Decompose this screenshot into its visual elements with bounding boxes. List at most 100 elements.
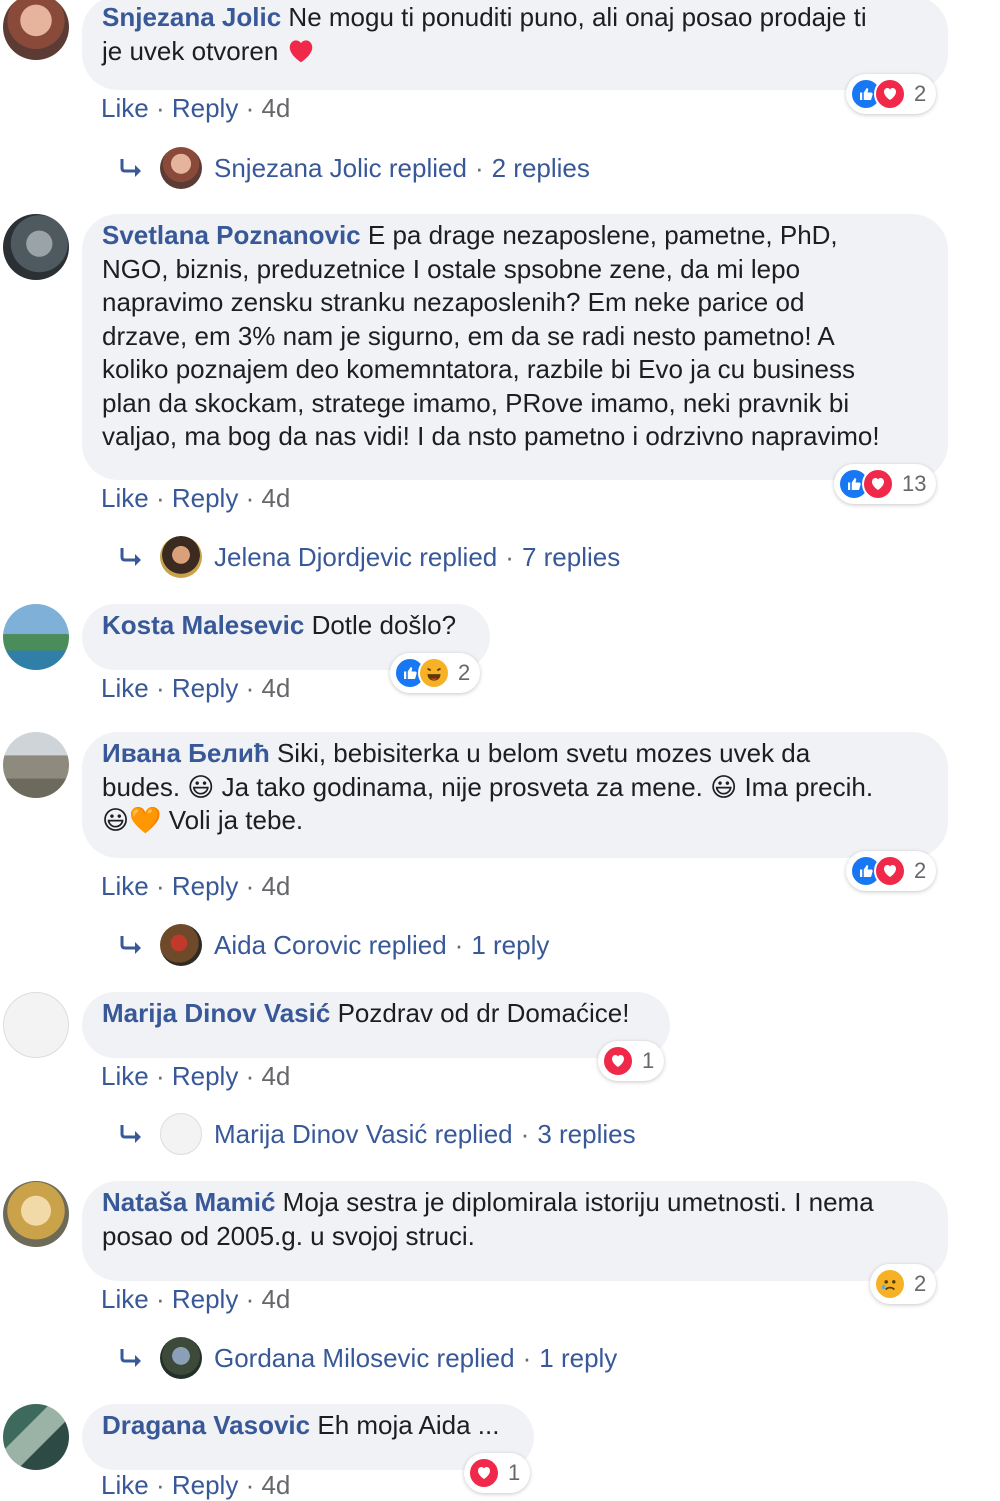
view-replies-link[interactable]: Gordana Milosevic replied · 1 reply: [118, 1334, 617, 1382]
comment-timestamp[interactable]: 4d: [261, 673, 290, 703]
avatar[interactable]: [3, 0, 69, 60]
like-button[interactable]: Like: [101, 1284, 149, 1314]
reply-count[interactable]: 7 replies: [522, 542, 620, 573]
reply-button[interactable]: Reply: [172, 483, 238, 513]
replier-avatar: [160, 1113, 202, 1155]
comment-timestamp[interactable]: 4d: [261, 93, 290, 123]
separator: ·: [245, 1284, 255, 1314]
reply-button[interactable]: Reply: [172, 1284, 238, 1314]
reaction-summary[interactable]: 1: [598, 1041, 665, 1081]
view-replies-link[interactable]: Snjezana Jolic replied · 2 replies: [118, 144, 590, 192]
comment-bubble: Ивана Белић Siki, bebisiterka u belom sv…: [82, 732, 948, 858]
comment-text: E pa drage nezaposlene, pametne, PhD,: [367, 220, 838, 250]
comment-text: Pozdrav od dr Domaćice!: [337, 998, 630, 1028]
reply-count[interactable]: 2 replies: [492, 153, 590, 184]
comment-actions: Like · Reply · 4d: [101, 483, 290, 514]
separator: ·: [454, 929, 464, 960]
replier-name[interactable]: Marija Dinov Vasić replied: [214, 1119, 513, 1150]
comment-text: drzave, em 3% nam je sigurno, em da se r…: [102, 320, 835, 351]
reply-arrow-icon: [118, 156, 146, 180]
replier-name[interactable]: Jelena Djordjevic replied: [214, 542, 497, 573]
view-replies-link[interactable]: Marija Dinov Vasić replied · 3 replies: [118, 1110, 636, 1158]
comment-actions: Like · Reply · 4d: [101, 871, 290, 902]
separator: ·: [245, 871, 255, 901]
comment-timestamp[interactable]: 4d: [261, 1061, 290, 1091]
love-reaction-icon: [602, 1045, 634, 1077]
view-replies-link[interactable]: Aida Corovic replied · 1 reply: [118, 921, 549, 969]
reaction-summary[interactable]: 2: [846, 74, 937, 114]
reaction-count: 2: [458, 660, 471, 685]
comment-bubble: Dragana Vasovic Eh moja Aida ...: [82, 1404, 534, 1470]
comment-text: 😃🧡 Voli ja tebe.: [102, 805, 304, 835]
replier-name[interactable]: Aida Corovic replied: [214, 930, 447, 961]
avatar[interactable]: [3, 604, 69, 670]
reaction-summary[interactable]: 2: [846, 851, 937, 891]
reply-button[interactable]: Reply: [172, 871, 238, 901]
reaction-count: 2: [914, 81, 927, 106]
love-reaction-icon: [862, 468, 894, 500]
reply-button[interactable]: Reply: [172, 1061, 238, 1091]
comment-text: budes. 😃 Ja tako godinama, nije prosveta…: [102, 771, 874, 802]
replier-name[interactable]: Snjezana Jolic replied: [214, 153, 467, 184]
separator: ·: [155, 673, 165, 703]
separator: ·: [522, 1342, 532, 1373]
view-replies-link[interactable]: Jelena Djordjevic replied · 7 replies: [118, 533, 620, 581]
reply-count[interactable]: 1 reply: [471, 930, 549, 961]
separator: ·: [245, 93, 255, 123]
like-button[interactable]: Like: [101, 1061, 149, 1091]
replier-name[interactable]: Gordana Milosevic replied: [214, 1343, 515, 1374]
comment-actions: Like · Reply · 4d: [101, 93, 290, 124]
comment-bubble: Snjezana Jolic Ne mogu ti ponuditi puno,…: [82, 0, 948, 90]
comment-text: NGO, biznis, preduzetnice I ostale spsob…: [102, 253, 801, 284]
separator: ·: [474, 152, 484, 183]
reaction-count: 2: [914, 858, 927, 883]
comment-actions: Like · Reply · 4d: [101, 1061, 290, 1092]
red-heart-icon: [289, 39, 312, 62]
reply-arrow-icon: [118, 1346, 146, 1370]
separator: ·: [505, 541, 514, 572]
reaction-summary[interactable]: 2: [870, 1264, 937, 1304]
avatar[interactable]: [3, 1404, 69, 1470]
comment-author[interactable]: Svetlana Poznanovic: [102, 220, 361, 250]
reaction-count: 2: [914, 1271, 927, 1296]
reaction-summary[interactable]: 13: [834, 464, 937, 504]
avatar[interactable]: [3, 732, 69, 798]
sad-reaction-icon: [874, 1268, 906, 1300]
avatar[interactable]: [3, 992, 69, 1058]
separator: ·: [245, 1061, 255, 1091]
reaction-summary[interactable]: 2: [390, 653, 481, 693]
reaction-count: 1: [642, 1048, 655, 1073]
replier-avatar: [160, 147, 202, 189]
comment-text: plan da skockam, stratege imamo, PRove i…: [102, 387, 850, 418]
comment-actions: Like · Reply · 4d: [101, 1470, 290, 1501]
comment-actions: Like · Reply · 4d: [101, 673, 290, 704]
avatar[interactable]: [3, 1181, 69, 1247]
like-button[interactable]: Like: [101, 871, 149, 901]
comment-timestamp[interactable]: 4d: [261, 871, 290, 901]
reply-button[interactable]: Reply: [172, 673, 238, 703]
reply-count[interactable]: 1 reply: [539, 1343, 617, 1374]
reply-count[interactable]: 3 replies: [537, 1119, 635, 1150]
avatar[interactable]: [3, 214, 69, 280]
separator: ·: [155, 1061, 165, 1091]
comment-text: Ne mogu ti ponuditi puno, ali onaj posao…: [288, 2, 867, 32]
comment-text: koliko poznajem deo komemntatora, razbil…: [102, 354, 855, 384]
love-reaction-icon: [874, 855, 906, 887]
reply-button[interactable]: Reply: [172, 93, 238, 123]
comment-author[interactable]: Nataša Mamić: [102, 1187, 275, 1217]
comment-author[interactable]: Snjezana Jolic: [102, 2, 281, 32]
separator: ·: [245, 483, 255, 513]
comment-author[interactable]: Dragana Vasovic: [102, 1410, 310, 1440]
replier-avatar: [160, 1337, 202, 1379]
comment-author[interactable]: Marija Dinov Vasić: [102, 998, 330, 1028]
comment-timestamp[interactable]: 4d: [261, 1284, 290, 1314]
like-button[interactable]: Like: [101, 673, 149, 703]
like-button[interactable]: Like: [101, 483, 149, 513]
comment-timestamp[interactable]: 4d: [261, 483, 290, 513]
comment-author[interactable]: Kosta Malesevic: [102, 610, 304, 640]
comment-text: posao od 2005.g. u svojoj struci.: [102, 1220, 475, 1251]
love-reaction-icon: [468, 1457, 500, 1489]
like-button[interactable]: Like: [101, 93, 149, 123]
comment-author[interactable]: Ивана Белић: [102, 738, 270, 768]
reaction-summary[interactable]: 1: [464, 1453, 531, 1493]
